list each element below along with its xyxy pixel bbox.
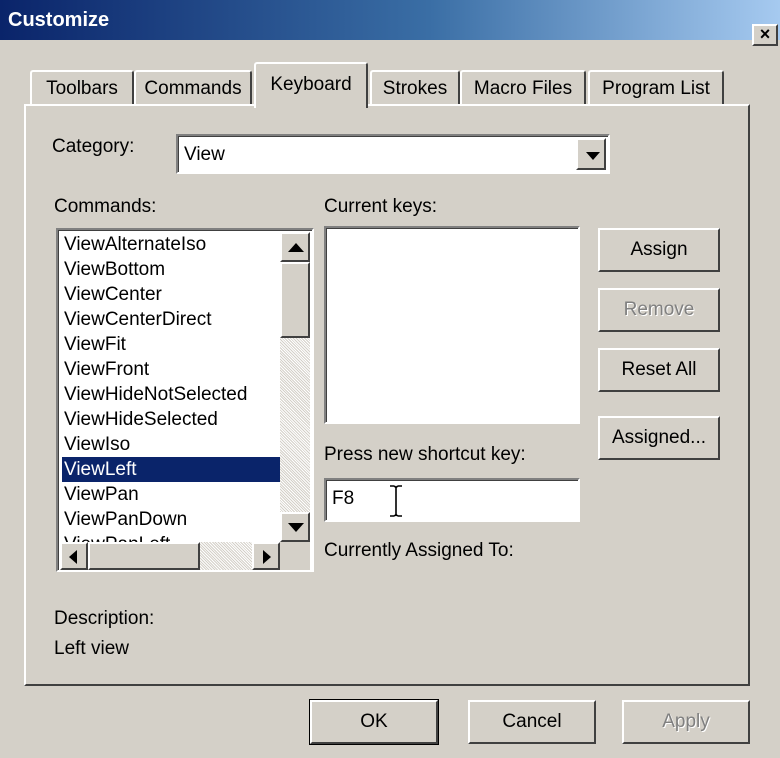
current-keys-label: Current keys:: [324, 196, 437, 217]
command-list-item[interactable]: ViewIso: [62, 432, 130, 457]
command-list-item[interactable]: ViewBottom: [62, 257, 165, 282]
commands-scroll-left-button[interactable]: [60, 542, 88, 570]
command-list-item[interactable]: ViewAlternateIso: [62, 232, 206, 257]
arrow-down-icon: [288, 523, 304, 532]
ok-button[interactable]: OK: [309, 699, 439, 745]
cancel-label: Cancel: [502, 711, 562, 732]
description-label: Description:: [54, 608, 155, 629]
chevron-down-icon: [586, 152, 600, 160]
commands-hscroll-thumb[interactable]: [88, 542, 200, 570]
assigned-button[interactable]: Assigned...: [598, 416, 720, 460]
command-list-item[interactable]: ViewFront: [62, 357, 149, 382]
tab-label: Macro Files: [473, 78, 573, 99]
commands-scroll-up-button[interactable]: [280, 232, 310, 262]
tab-commands[interactable]: Commands: [134, 70, 252, 106]
tab-toolbars[interactable]: Toolbars: [30, 70, 134, 106]
shortcut-value: F8: [332, 488, 355, 509]
shortcut-input[interactable]: F8: [324, 478, 580, 522]
window-title: Customize: [8, 9, 110, 31]
commands-scroll-right-button[interactable]: [252, 542, 280, 570]
tab-program-list[interactable]: Program List: [588, 70, 724, 106]
command-list-item[interactable]: ViewLeft: [62, 457, 282, 482]
close-icon: ×: [759, 24, 771, 44]
cancel-button[interactable]: Cancel: [468, 700, 596, 744]
apply-button[interactable]: Apply: [622, 700, 750, 744]
tab-label: Toolbars: [46, 78, 118, 99]
reset-all-label: Reset All: [621, 359, 697, 380]
command-list-item[interactable]: ViewHideNotSelected: [62, 382, 247, 407]
remove-button[interactable]: Remove: [598, 288, 720, 332]
assigned-label: Assigned...: [612, 427, 706, 448]
apply-label: Apply: [662, 711, 710, 732]
tab-label: Strokes: [382, 78, 448, 99]
command-list-item[interactable]: ViewHideSelected: [62, 407, 218, 432]
assigned-to-label: Currently Assigned To:: [324, 540, 514, 561]
category-value: View: [184, 144, 225, 165]
keyboard-panel: Category: View Commands: ViewAlternateIs…: [24, 104, 750, 686]
reset-all-button[interactable]: Reset All: [598, 348, 720, 392]
title-bar: [0, 0, 780, 40]
remove-label: Remove: [623, 299, 695, 320]
command-list-item[interactable]: ViewFit: [62, 332, 126, 357]
text-cursor-icon: [390, 485, 402, 517]
arrow-up-icon: [288, 243, 304, 252]
arrow-right-icon: [263, 550, 271, 564]
category-dropdown-button[interactable]: [576, 138, 606, 170]
commands-label: Commands:: [54, 196, 157, 217]
category-select[interactable]: View: [176, 134, 610, 174]
assign-label: Assign: [630, 239, 688, 260]
assign-button[interactable]: Assign: [598, 228, 720, 272]
commands-scroll-thumb[interactable]: [280, 262, 310, 338]
tab-keyboard[interactable]: Keyboard: [254, 62, 368, 108]
tab-label: Commands: [144, 78, 242, 99]
arrow-left-icon: [69, 550, 77, 564]
command-list-item[interactable]: ViewPanDown: [62, 507, 187, 532]
ok-label: OK: [360, 711, 388, 732]
tab-strokes[interactable]: Strokes: [370, 70, 460, 106]
command-list-item[interactable]: ViewCenterDirect: [62, 307, 211, 332]
category-label: Category:: [52, 136, 135, 157]
description-text: Left view: [54, 638, 129, 659]
command-list-item[interactable]: ViewPan: [62, 482, 139, 507]
command-list-item[interactable]: ViewCenter: [62, 282, 162, 307]
close-button[interactable]: ×: [752, 24, 778, 46]
commands-scroll-down-button[interactable]: [280, 512, 310, 542]
scroll-corner: [280, 542, 310, 570]
commands-list[interactable]: ViewAlternateIso ViewBottom ViewCenter View…: [56, 228, 314, 572]
tab-macro-files[interactable]: Macro Files: [460, 70, 586, 106]
current-keys-list[interactable]: [324, 226, 580, 424]
tab-label: Keyboard: [270, 74, 352, 95]
shortcut-label: Press new shortcut key:: [324, 444, 526, 465]
tab-label: Program List: [602, 78, 710, 99]
